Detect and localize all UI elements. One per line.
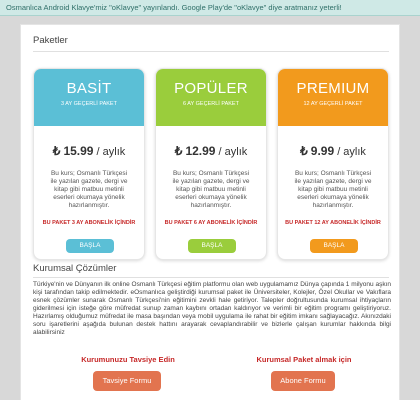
package-price: ₺ 15.99 / aylık <box>34 144 144 158</box>
start-button-populer[interactable]: BAŞLA <box>188 239 236 253</box>
package-name: PREMIUM <box>296 80 370 97</box>
recommend-form-button[interactable]: Tavsiye Formu <box>93 371 161 391</box>
price-period: / aylık <box>337 146 366 158</box>
announcement-text: Osmanlıca Android Klavye'miz "oKlavye" y… <box>6 3 342 12</box>
price-period: / aylık <box>218 146 248 158</box>
announcement-bar: Osmanlıca Android Klavye'miz "oKlavye" y… <box>0 0 420 16</box>
package-card-basit: BASİT 3 AY GEÇERLİ PAKET ₺ 15.99 / aylık… <box>33 68 145 260</box>
price-value: 12.99 <box>185 144 216 158</box>
package-subtitle: 3 AY GEÇERLİ PAKET <box>61 101 117 107</box>
card-header: POPÜLER 6 AY GEÇERLİ PAKET <box>156 69 266 126</box>
currency-symbol: ₺ <box>174 144 183 158</box>
corporate-heading: Kurumsal Çözümler <box>33 263 117 274</box>
package-card-populer: POPÜLER 6 AY GEÇERLİ PAKET ₺ 12.99 / ayl… <box>155 68 267 260</box>
main-panel: Paketler BASİT 3 AY GEÇERLİ PAKET ₺ 15.9… <box>20 24 400 400</box>
price-period: / aylık <box>96 146 126 158</box>
packages-heading: Paketler <box>33 35 68 46</box>
package-name: POPÜLER <box>174 80 248 97</box>
price-value: 9.99 <box>310 144 335 158</box>
recommend-label: Kurumunuzu Tavsiye Edin <box>81 355 175 364</box>
divider <box>33 277 389 278</box>
package-note: BU PAKET 6 AY ABONELİK İÇİNDİR <box>164 220 258 226</box>
divider <box>33 51 389 52</box>
package-subtitle: 6 AY GEÇERLİ PAKET <box>183 101 239 107</box>
corporate-description: Türkiye'nin ve Dünyanın ilk online Osman… <box>33 281 391 336</box>
card-header: BASİT 3 AY GEÇERLİ PAKET <box>34 69 144 126</box>
package-description: Bu kurs; Osmanlı Türkçesi ile yazılan ga… <box>294 170 372 209</box>
package-name: BASİT <box>66 80 112 97</box>
currency-symbol: ₺ <box>52 144 61 158</box>
package-card-premium: PREMIUM 12 AY GEÇERLİ PAKET ₺ 9.99 / ayl… <box>277 68 389 260</box>
package-note: BU PAKET 12 AY ABONELİK İÇİNDİR <box>285 220 381 226</box>
card-header: PREMIUM 12 AY GEÇERLİ PAKET <box>278 69 388 126</box>
start-button-basit[interactable]: BAŞLA <box>66 239 114 253</box>
start-button-premium[interactable]: BAŞLA <box>310 239 358 253</box>
subscribe-label: Kurumsal Paket almak için <box>256 355 352 364</box>
package-price: ₺ 9.99 / aylık <box>278 144 388 158</box>
price-value: 15.99 <box>63 144 94 158</box>
package-description: Bu kurs; Osmanlı Türkçesi ile yazılan ga… <box>50 170 128 209</box>
package-price: ₺ 12.99 / aylık <box>156 144 266 158</box>
package-note: BU PAKET 3 AY ABONELİK İÇİNDİR <box>42 220 136 226</box>
currency-symbol: ₺ <box>300 144 308 158</box>
package-subtitle: 12 AY GEÇERLİ PAKET <box>303 101 363 107</box>
subscribe-form-button[interactable]: Abone Formu <box>271 371 335 391</box>
package-description: Bu kurs; Osmanlı Türkçesi ile yazılan ga… <box>172 170 250 209</box>
